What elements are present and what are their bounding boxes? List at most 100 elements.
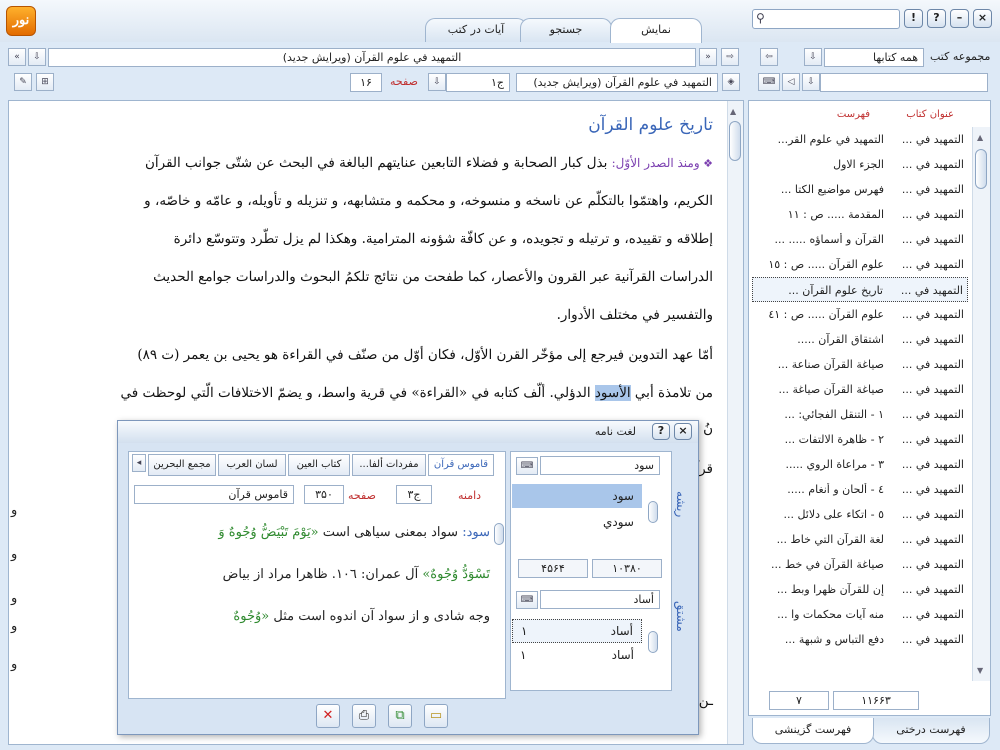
scroll-up-icon[interactable]: ▲ <box>977 133 983 142</box>
index-row[interactable]: التمهيد في ... ٥ - اتكاء على دلائل ... <box>752 502 968 527</box>
index-row[interactable]: التمهيد في ... ٤ - ألحان و أنغام ..... <box>752 477 968 502</box>
scroll-thumb[interactable] <box>729 121 741 161</box>
index-row[interactable]: التمهيد في ... اشتقاق القرآن ..... <box>752 327 968 352</box>
keyboard-icon[interactable]: ⌨ <box>516 591 538 609</box>
down-arrow-icon[interactable]: ⇩ <box>804 48 822 66</box>
page-number-input[interactable]: ۱۶ <box>350 73 382 92</box>
derivative-list-item[interactable]: أساد ۱ <box>512 619 642 643</box>
scroll-down-icon[interactable]: ▼ <box>977 666 983 675</box>
index-row[interactable]: التمهيد في ... التمهيد في علوم القر... <box>752 127 968 152</box>
index-row[interactable]: التمهيد في ... فهرس مواضيع الكتا ... <box>752 177 968 202</box>
tools-icon[interactable]: ✎ <box>14 73 32 91</box>
index-row[interactable]: التمهيد في ... المقدمة ..... ص : ١١ <box>752 202 968 227</box>
index-row[interactable]: التمهيد في ... علوم القرآن ..... ص : ١٥ <box>752 252 968 277</box>
copy-button[interactable]: ⧉ <box>388 704 412 728</box>
volume-select[interactable]: ج۱ <box>446 73 510 92</box>
back-arrow-icon[interactable]: ⇦ <box>760 48 778 66</box>
down-arrow-icon[interactable]: ⇩ <box>802 73 820 91</box>
book-filter-input[interactable] <box>820 73 988 92</box>
index-row[interactable]: التمهيد في ... منه آيات محكمات وا ... <box>752 602 968 627</box>
index-row-book: التمهيد في ... <box>901 358 964 371</box>
tab-search[interactable]: جستجو <box>520 18 612 42</box>
alert-button[interactable]: ! <box>904 9 923 28</box>
source-tab-majma[interactable]: مجمع البحرين <box>148 454 216 476</box>
text-fragment: و <box>11 547 18 562</box>
quran-quote[interactable]: «وُجُوهٌ <box>233 609 269 624</box>
index-row[interactable]: التمهيد في ... ٣ - مراعاة الروي ..... <box>752 452 968 477</box>
index-row[interactable]: التمهيد في ... صياغة القرآن صناعة ... <box>752 352 968 377</box>
chevron-right-icon[interactable]: » <box>699 48 717 66</box>
forward-arrow-icon[interactable]: ⇨ <box>721 48 739 66</box>
root-list-item-selected[interactable]: سود <box>512 484 642 508</box>
index-count-field[interactable]: ۱۱۶۶۳ <box>833 691 919 710</box>
page-down-icon[interactable]: ⇩ <box>428 73 446 91</box>
collection-select[interactable]: همه كتابها <box>824 48 924 67</box>
dict-source-field[interactable]: قاموس قرآن <box>134 485 294 504</box>
source-scroll-icon[interactable]: ◂ <box>132 454 146 472</box>
index-page-field[interactable]: ۷ <box>769 691 829 710</box>
source-tab-qamus[interactable]: قاموس قرآن <box>428 454 494 476</box>
quran-quote[interactable]: «يَوْمَ تَبْيَضُّ وُجُوهٌ وَ <box>218 525 318 540</box>
index-row[interactable]: التمهيد في ... صياغة القرآن صياغة ... <box>752 377 968 402</box>
dict-volume-field[interactable]: ج۳ <box>396 485 432 504</box>
index-row[interactable]: التمهيد في ... ١ - التنقل الفجائي: ... <box>752 402 968 427</box>
tab-display[interactable]: نمایش <box>610 18 702 43</box>
chevron-left-icon[interactable]: « <box>8 48 26 66</box>
index-row[interactable]: التمهيد في ... لغة القرآن التي خاط ... <box>752 527 968 552</box>
derivative-input[interactable]: أساد <box>540 590 660 609</box>
close-button[interactable]: × <box>973 9 992 28</box>
tab-tree-index[interactable]: فهرست درختى <box>872 718 990 744</box>
page-button[interactable]: ▭ <box>424 704 448 728</box>
source-tab-mufradat[interactable]: مفردات ألفا... <box>352 454 426 476</box>
column-header-index[interactable]: فهرست <box>837 109 870 120</box>
content-scrollbar[interactable]: ▲ <box>727 101 743 744</box>
index-row[interactable]: التمهيد في ... صياغة القرآن في خط ... <box>752 552 968 577</box>
column-header-book-title[interactable]: عنوان كتاب <box>906 109 954 120</box>
book-title-field[interactable]: التمهيد في علوم القرآن (ويرايش جديد) <box>48 48 696 67</box>
derivative-vertical-tab[interactable]: مشتق <box>674 601 688 632</box>
quran-quote[interactable]: تَسْوَدُّ وُجُوهٌ» <box>422 567 490 582</box>
root-vertical-tab[interactable]: ريشه <box>674 491 688 517</box>
source-tab-lisan[interactable]: لسان العرب <box>218 454 286 476</box>
delete-button[interactable]: ✕ <box>316 704 340 728</box>
down-arrow-icon[interactable]: ⇩ <box>28 48 46 66</box>
scroll-up-icon[interactable]: ▲ <box>730 107 736 116</box>
index-row[interactable]: التمهيد في ... علوم القرآن ..... ص : ٤١ <box>752 302 968 327</box>
scroll-thumb[interactable] <box>494 523 504 545</box>
index-row[interactable]: التمهيد في ... تاريخ علوم القرآن ... <box>752 277 968 302</box>
definition-line: وجه شادى و از سواد آن اندوه است مثل «وُج… <box>233 609 490 624</box>
keyboard-icon[interactable]: ⌨ <box>758 73 780 91</box>
index-scrollbar[interactable]: ▲ ▼ <box>972 127 990 681</box>
layout-icon[interactable]: ⊞ <box>36 73 54 91</box>
root-scroll-thumb[interactable] <box>648 501 658 523</box>
scroll-thumb[interactable] <box>975 149 987 189</box>
root-list-item[interactable]: سودي <box>512 511 642 533</box>
index-row[interactable]: التمهيد في ... القرآن و أسماؤه ..... ... <box>752 227 968 252</box>
index-row[interactable]: التمهيد في ... ٢ - ظاهرة الالتفات ... <box>752 427 968 452</box>
index-row-title: ٢ - ظاهرة الالتفات ... <box>784 433 884 446</box>
print-button[interactable]: ⎙ <box>352 704 376 728</box>
dict-page-field[interactable]: ۳۵۰ <box>304 485 344 504</box>
source-tab-ayn[interactable]: كتاب العين <box>288 454 350 476</box>
tag-icon[interactable]: ◈ <box>722 73 740 91</box>
definition-line: تَسْوَدُّ وُجُوهٌ» آل عمران: ١٠٦. ظاهرا … <box>223 567 490 582</box>
text-fragment: و <box>11 619 18 634</box>
root-input[interactable]: سود <box>540 456 660 475</box>
derivative-list-item[interactable]: أساد ۱ <box>512 645 642 667</box>
top-search-input[interactable]: ⚲ <box>752 9 900 29</box>
dialog-help-button[interactable]: ? <box>652 423 670 440</box>
definition-scrollbar[interactable] <box>494 513 504 681</box>
index-row[interactable]: التمهيد في ... دفع التباس و شبهة ... <box>752 627 968 652</box>
play-left-icon[interactable]: ◁ <box>782 73 800 91</box>
section-path-select[interactable]: التمهيد في علوم القرآن (ويرايش جديد) <box>516 73 718 92</box>
index-row[interactable]: التمهيد في ... الجزء الاول <box>752 152 968 177</box>
tab-selective-index[interactable]: فهرست گزينشى <box>752 718 874 744</box>
keyboard-icon[interactable]: ⌨ <box>516 457 538 475</box>
index-row[interactable]: التمهيد في ... إن للقرآن ظهرا وبط ... <box>752 577 968 602</box>
minimize-button[interactable]: – <box>950 9 969 28</box>
derivative-scroll-thumb[interactable] <box>648 631 658 653</box>
dialog-close-button[interactable]: × <box>674 423 692 440</box>
help-button[interactable]: ? <box>927 9 946 28</box>
tab-verses-in-books[interactable]: آيات در كتب <box>425 18 527 42</box>
highlighted-word[interactable]: الأسود <box>594 385 631 401</box>
